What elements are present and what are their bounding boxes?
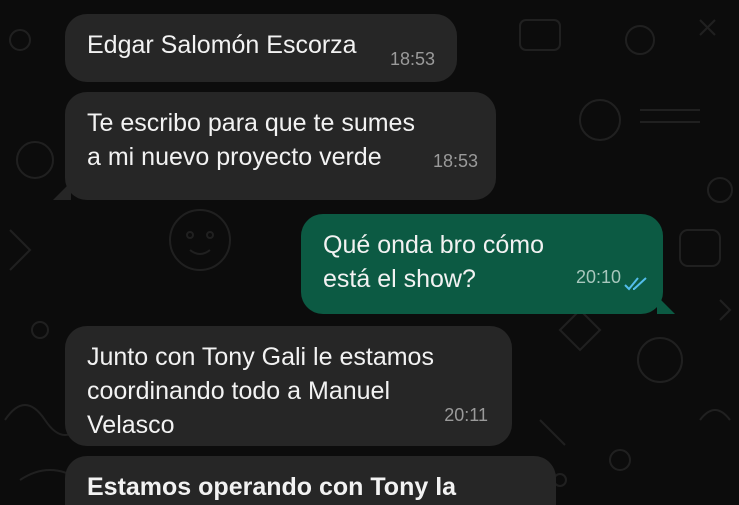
message-timestamp: 18:53 xyxy=(432,151,478,171)
message-timestamp: 20:11 xyxy=(444,405,488,425)
message-text-line: Velasco xyxy=(87,411,175,439)
message-timestamp: 20:10 xyxy=(575,267,621,287)
message-bubble-incoming[interactable]: Junto con Tony Gali le estamos coordinan… xyxy=(65,326,512,446)
message-text-line: Qué onda bro cómo xyxy=(323,231,544,259)
double-check-read-icon xyxy=(624,277,647,291)
message-bubble-incoming[interactable]: Edgar Salomón Escorza 18:53 xyxy=(65,14,457,82)
message-text: Edgar Salomón Escorza xyxy=(87,31,357,59)
message-text-line: a mi nuevo proyecto verde xyxy=(87,143,382,171)
message-bubble-incoming[interactable]: Te escribo para que te sumes a mi nuevo … xyxy=(53,92,496,200)
message-text-line: Junto con Tony Gali le estamos xyxy=(87,343,434,371)
message-text-line: Te escribo para que te sumes xyxy=(87,109,415,137)
message-timestamp: 18:53 xyxy=(389,49,435,69)
message-text-line: coordinando todo a Manuel xyxy=(87,377,391,405)
message-bubble-outgoing[interactable]: Qué onda bro cómo está el show? 20:10 xyxy=(301,214,675,314)
chat-conversation: Edgar Salomón Escorza 18:53 Te escribo p… xyxy=(0,0,739,505)
message-bubble-incoming[interactable]: Estamos operando con Tony la xyxy=(65,456,556,505)
message-text-line: Estamos operando con Tony la xyxy=(87,473,457,501)
